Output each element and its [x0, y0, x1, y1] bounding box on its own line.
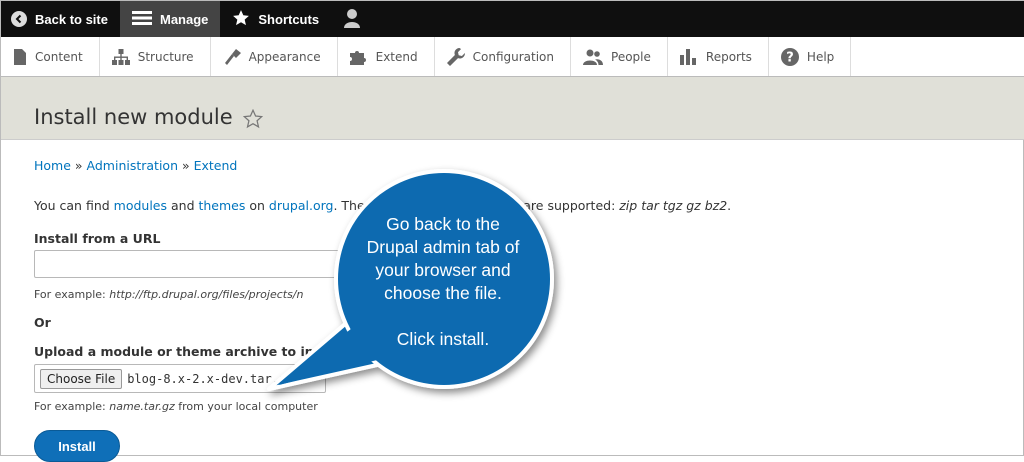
callout-text: Go back to the Drupal admin tab of your … [353, 213, 533, 351]
admin-toolbar: Back to site Manage Shortcuts [1, 1, 1024, 37]
tray-item-help[interactable]: ? Help [769, 37, 852, 76]
tray-item-label: Structure [137, 49, 194, 64]
intro-text-part: You can find [34, 198, 114, 213]
extend-icon [349, 50, 366, 65]
tray-item-extend[interactable]: Extend [338, 37, 435, 76]
callout-line: Click install. [396, 329, 490, 349]
url-example-prefix: For example: [34, 288, 110, 301]
back-to-site-label: Back to site [35, 11, 108, 27]
url-example-value: http://ftp.drupal.org/files/projects/n [109, 288, 304, 301]
tray-item-label: People [611, 49, 651, 64]
tray-item-configuration[interactable]: Configuration [435, 37, 572, 76]
callout-spacer [353, 305, 533, 328]
upload-example-prefix: For example: [34, 400, 110, 413]
tray-item-label: Configuration [472, 49, 555, 64]
tray-item-label: Content [35, 49, 83, 64]
upload-example-value: name.tar.gz [109, 400, 175, 413]
star-icon [232, 9, 250, 30]
breadcrumb-home[interactable]: Home [34, 158, 71, 173]
reports-icon [679, 48, 696, 65]
shortcut-star-icon[interactable] [242, 108, 264, 133]
tray-item-reports[interactable]: Reports [668, 37, 769, 76]
install-button[interactable]: Install [34, 430, 120, 462]
breadcrumb-separator: » [70, 158, 87, 173]
svg-text:?: ? [786, 50, 794, 65]
page-title: Install new module [34, 105, 233, 129]
intro-text-part: . [727, 198, 732, 213]
structure-icon [111, 48, 130, 65]
tray-item-appearance[interactable]: Appearance [211, 37, 338, 76]
upload-label: Upload a module or theme archive to inst… [34, 344, 345, 359]
arrow-left-icon [11, 11, 27, 27]
upload-example-suffix: from your local computer [174, 400, 318, 413]
intro-text-part: on [245, 198, 269, 213]
supported-extensions: zip tar tgz gz bz2 [619, 198, 728, 213]
tray-item-label: Extend [375, 49, 418, 64]
selected-file-name: blog-8.x-2.x-dev.tar.gz [127, 371, 294, 386]
tray-item-label: Help [806, 49, 835, 64]
upload-file-input[interactable]: Choose File blog-8.x-2.x-dev.tar.gz [34, 364, 326, 393]
themes-link[interactable]: themes [198, 198, 245, 213]
tray-item-content[interactable]: Content [1, 37, 100, 76]
tray-item-label: Appearance [248, 49, 321, 64]
install-url-label: Install from a URL [34, 231, 161, 246]
tray-item-label: Reports [705, 49, 752, 64]
url-example: For example: http://ftp.drupal.org/files… [34, 288, 304, 301]
modules-link[interactable]: modules [114, 198, 167, 213]
breadcrumb-separator: » [178, 158, 194, 173]
intro-text-part: . The f [333, 198, 374, 213]
drupal-org-link[interactable]: drupal.org [269, 198, 334, 213]
user-tab[interactable] [331, 1, 373, 37]
breadcrumb: Home » Administration » Extend [34, 158, 237, 173]
callout-line: Go back to the [386, 214, 500, 234]
intro-text-part: ollowing file extensi [373, 198, 498, 213]
help-icon: ? [780, 47, 799, 66]
back-to-site-link[interactable]: Back to site [1, 1, 120, 37]
manage-tray: Content Structure Appearance Extend Conf… [1, 37, 1024, 77]
upload-example: For example: name.tar.gz from your local… [34, 400, 318, 413]
intro-text: You can find modules and themes on drupa… [34, 198, 731, 213]
people-icon [583, 49, 604, 65]
manage-tab[interactable]: Manage [119, 1, 221, 37]
shortcuts-tab[interactable]: Shortcuts [220, 1, 331, 37]
install-url-input[interactable] [34, 250, 352, 278]
breadcrumb-extend[interactable]: Extend [194, 158, 238, 173]
or-label: Or [34, 315, 51, 330]
tray-item-people[interactable]: People [571, 37, 668, 76]
configuration-icon [446, 47, 465, 66]
breadcrumb-administration[interactable]: Administration [87, 158, 178, 173]
callout-line: Drupal admin tab of [366, 237, 520, 257]
choose-file-button[interactable]: Choose File [40, 368, 123, 389]
manage-label: Manage [159, 11, 209, 27]
shortcuts-label: Shortcuts [258, 11, 320, 27]
tray-item-structure[interactable]: Structure [100, 37, 211, 76]
intro-text-part: ons are supported: [497, 198, 620, 213]
callout-line: choose the file. [384, 283, 502, 303]
intro-text-part: and [167, 198, 199, 213]
appearance-icon [224, 48, 241, 65]
user-icon [343, 8, 361, 31]
content-icon [14, 48, 26, 65]
hamburger-icon [131, 10, 152, 29]
callout-line: your browser and [375, 260, 511, 280]
